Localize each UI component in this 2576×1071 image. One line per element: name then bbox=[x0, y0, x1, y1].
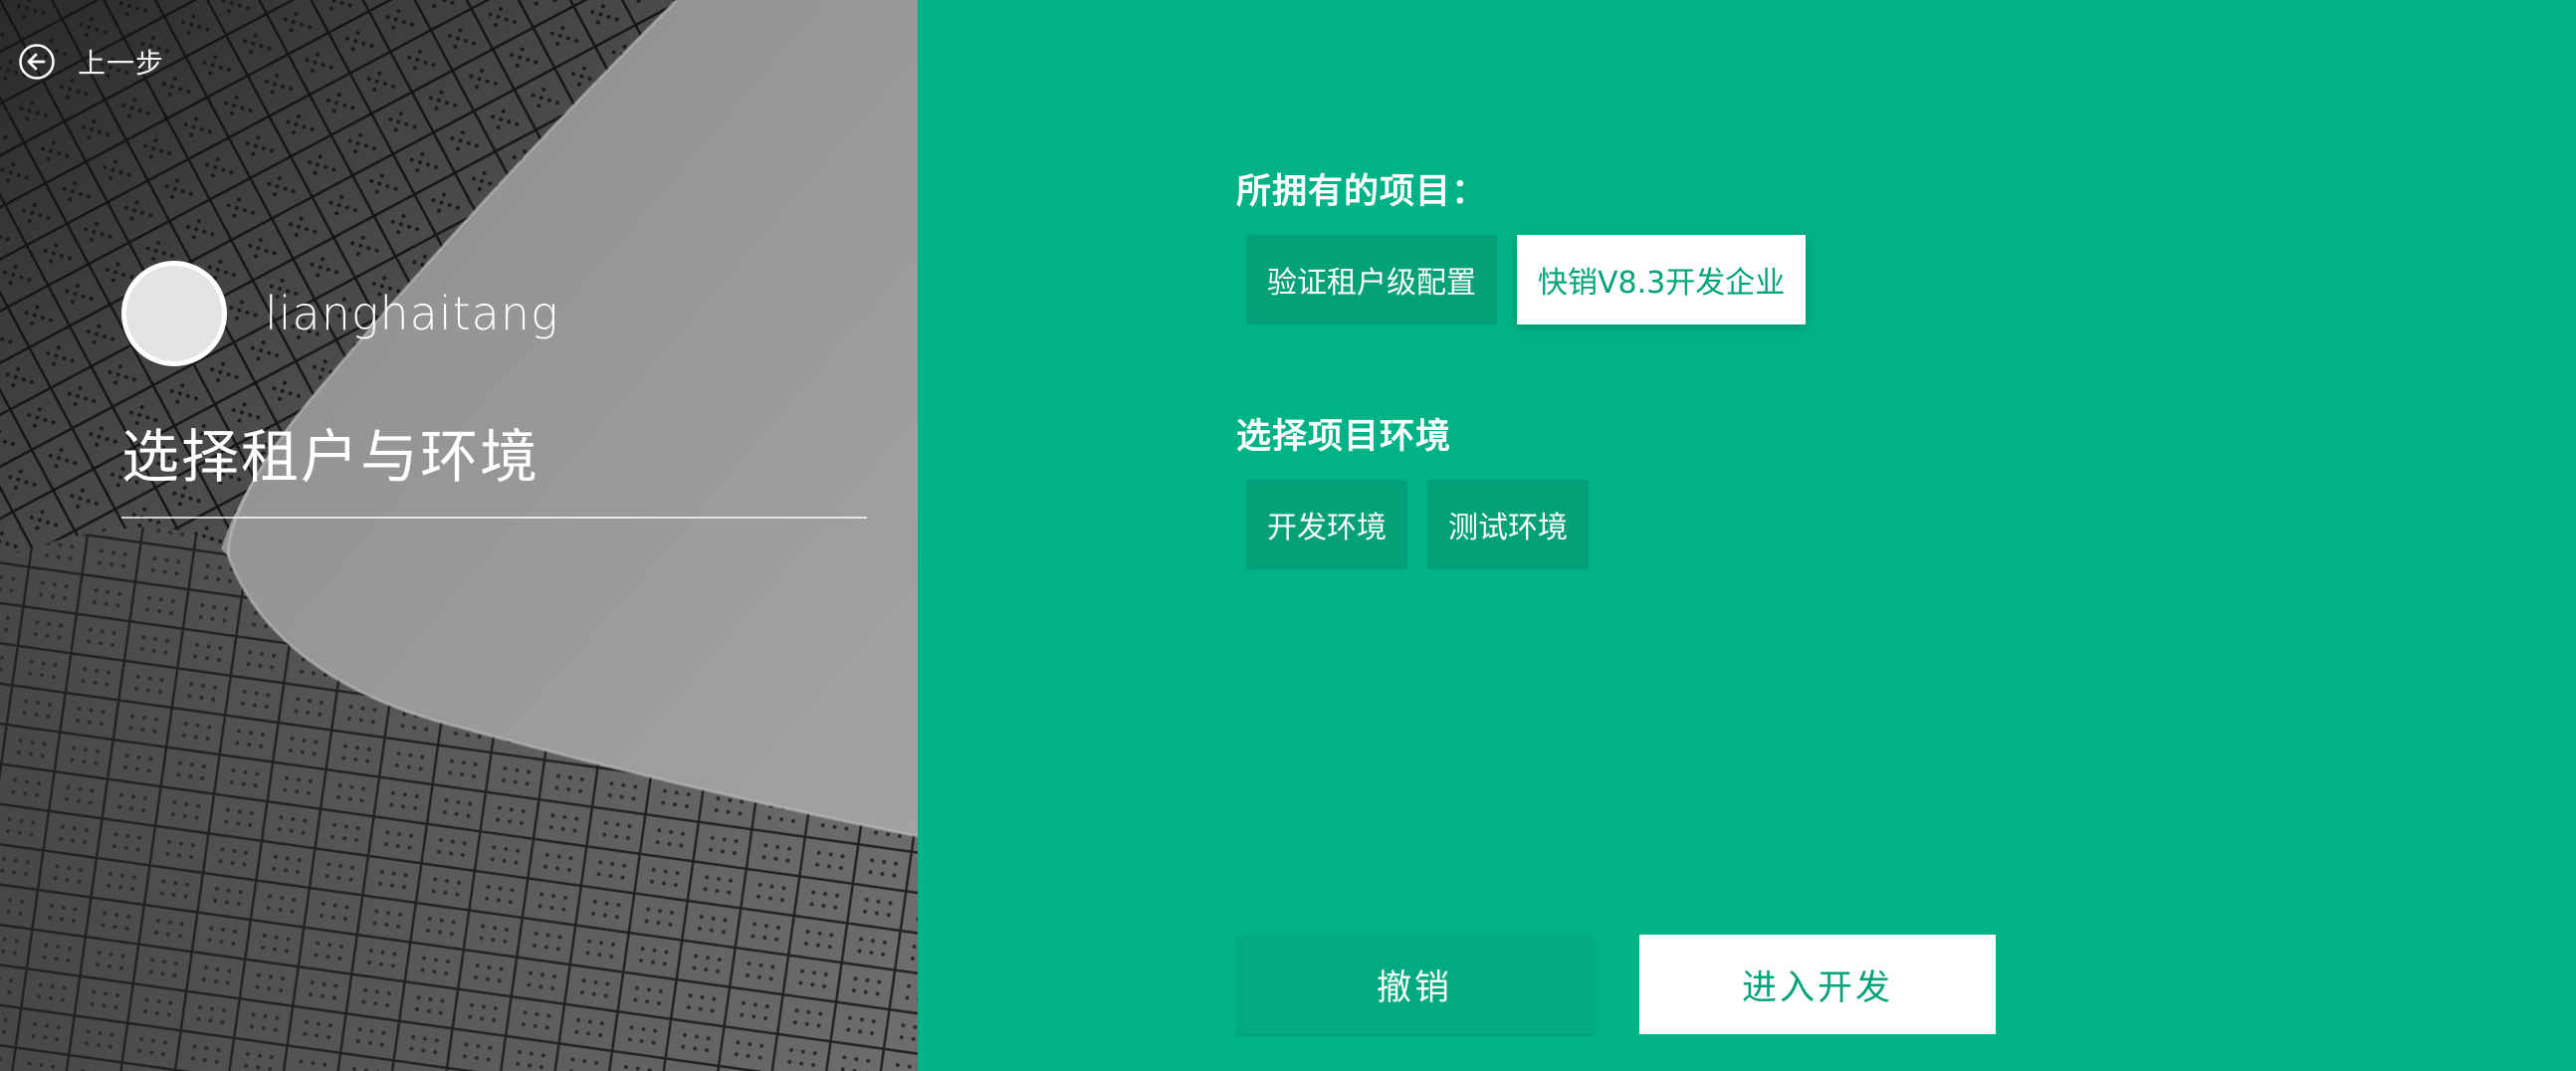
projects-section-label: 所拥有的项目： bbox=[1236, 172, 1488, 212]
project-list: 验证租户级配置 快销V8.3开发企业 bbox=[1246, 235, 1807, 324]
app-root: 上一步 lianghaitang 选择租户与环境 所拥有的项目： 验证租户级配置… bbox=[0, 0, 2576, 1071]
environment-section-label: 选择项目环境 bbox=[1236, 417, 1452, 457]
enter-development-button[interactable]: 进入开发 bbox=[1639, 935, 1996, 1034]
right-panel: 所拥有的项目： 验证租户级配置 快销V8.3开发企业 选择项目环境 开发环境 测… bbox=[918, 0, 2576, 1071]
cancel-button[interactable]: 撤销 bbox=[1236, 935, 1593, 1034]
title-divider bbox=[121, 517, 867, 519]
environment-option-test[interactable]: 测试环境 bbox=[1427, 480, 1589, 569]
username: lianghaitang bbox=[265, 287, 559, 340]
environment-list: 开发环境 测试环境 bbox=[1246, 480, 1589, 569]
left-panel: 上一步 lianghaitang 选择租户与环境 bbox=[0, 0, 918, 1071]
action-bar: 撤销 进入开发 bbox=[1236, 935, 1996, 1034]
back-label: 上一步 bbox=[78, 47, 165, 80]
architecture-background-image bbox=[0, 0, 918, 1071]
user-info: lianghaitang bbox=[121, 261, 559, 366]
project-option-verify-tenant-config[interactable]: 验证租户级配置 bbox=[1246, 235, 1497, 324]
environment-option-dev[interactable]: 开发环境 bbox=[1246, 480, 1407, 569]
back-button[interactable]: 上一步 bbox=[18, 42, 164, 82]
project-option-fmcg-v83-dev[interactable]: 快销V8.3开发企业 bbox=[1517, 235, 1807, 324]
page-title: 选择租户与环境 bbox=[121, 423, 540, 491]
arrow-left-circle-icon bbox=[18, 43, 56, 81]
avatar bbox=[121, 261, 227, 366]
